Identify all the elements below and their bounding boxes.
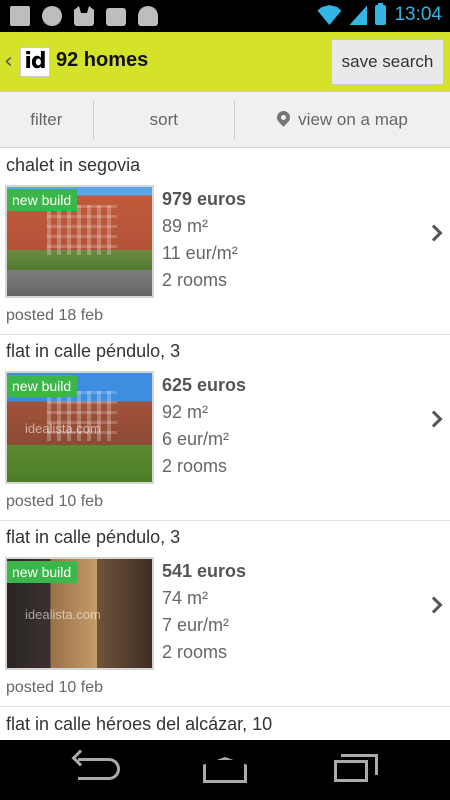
store-notification-icon [106,8,126,26]
sort-label: sort [149,110,178,129]
gmail-notification-icon [10,6,30,26]
filter-button[interactable]: filter [0,92,93,148]
photo-watermark: idealista.com [25,421,101,436]
wifi-icon [317,5,342,25]
chat-notification-icon [42,6,62,26]
listing-area: 92 m² [162,402,209,422]
system-nav-bar [0,740,450,800]
listing-item[interactable]: flat in calle péndulo, 3 idealista.com n… [0,521,450,707]
listing-title: chalet in segovia [6,155,141,175]
listing-item[interactable]: flat in calle héroes del alcázar, 10 [0,707,450,740]
listing-price: 625 euros [162,375,247,395]
chevron-right-icon [425,596,443,614]
listing-title: flat in calle péndulo, 3 [6,341,181,361]
listing-posted-date: posted 10 feb [6,679,103,696]
new-build-badge: new build [7,189,78,211]
listing-price-per-m2: 7 eur/m² [162,615,230,635]
listing-photo[interactable]: idealista.com new build [5,371,154,484]
sort-button[interactable]: sort [94,92,234,148]
save-search-button[interactable]: save search [331,39,444,85]
listing-price-per-m2: 6 eur/m² [162,429,230,449]
chevron-right-icon [425,224,443,242]
view-on-map-label: view on a map [298,110,408,129]
listing-item[interactable]: chalet in segovia new build 979 euros 89… [0,149,450,335]
nav-back-icon[interactable] [78,758,120,780]
listing-rooms: 2 rooms [162,456,228,476]
view-on-map-button[interactable]: view on a map [235,92,450,148]
filter-label: filter [30,110,63,129]
app-notification-icon [74,6,94,26]
listing-title: flat in calle héroes del alcázar, 10 [6,714,273,734]
new-build-badge: new build [7,561,78,583]
list-toolbar: filter sort view on a map [0,92,450,148]
listing-area: 74 m² [162,588,209,608]
nav-home-icon[interactable] [203,757,247,783]
android-notification-icon [138,6,158,26]
battery-icon [375,3,387,25]
status-clock: 13:04 [394,4,442,25]
listing-price: 979 euros [162,189,247,209]
page-title: 92 homes [56,49,149,71]
listing-item[interactable]: flat in calle péndulo, 3 idealista.com n… [0,335,450,521]
listing-title: flat in calle péndulo, 3 [6,527,181,547]
photo-watermark: idealista.com [25,607,101,622]
listing-photo[interactable]: new build [5,185,154,298]
photo-building-detail [47,205,117,255]
back-chevron-icon[interactable]: ‹ [4,49,13,74]
listing-posted-date: posted 10 feb [6,493,103,510]
listing-photo[interactable]: idealista.com new build [5,557,154,670]
action-bar: ‹ id 92 homes save search [0,32,450,92]
listing-posted-date: posted 18 feb [6,307,103,324]
signal-icon [349,5,368,25]
status-bar: 13:04 [0,0,450,32]
listing-price-per-m2: 11 eur/m² [162,243,238,263]
listing-rooms: 2 rooms [162,270,228,290]
listings-list: chalet in segovia new build 979 euros 89… [0,149,450,707]
app-logo[interactable]: id [20,47,50,77]
listing-price: 541 euros [162,561,247,581]
map-pin-icon [277,111,290,129]
listing-rooms: 2 rooms [162,642,228,662]
listing-area: 89 m² [162,216,209,236]
new-build-badge: new build [7,375,78,397]
nav-recent-apps-icon[interactable] [334,754,378,782]
chevron-right-icon [425,410,443,428]
